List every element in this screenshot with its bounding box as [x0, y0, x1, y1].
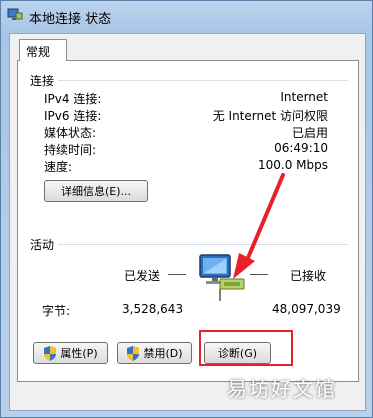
ipv4-value: Internet	[280, 90, 328, 104]
properties-button[interactable]: 属性(P)	[33, 342, 108, 364]
disable-button[interactable]: 禁用(D)	[117, 342, 192, 364]
speed-label: 速度:	[44, 160, 73, 174]
activity-section-label: 活动	[30, 238, 55, 252]
disable-button-label: 禁用(D)	[143, 347, 183, 360]
details-button-label: 详细信息(E)...	[60, 185, 132, 198]
media-state-label: 媒体状态:	[44, 126, 97, 140]
ipv6-label: IPv6 连接:	[44, 109, 102, 123]
received-label: 已接收	[290, 269, 327, 283]
general-panel: 连接 IPv4 连接: Internet IPv6 连接: 无 Internet…	[17, 60, 359, 382]
tab-label: 常规	[26, 45, 51, 59]
sent-label: 已发送	[124, 269, 161, 283]
uac-shield-icon	[44, 345, 57, 361]
watermark: 易坊好文馆	[227, 377, 337, 401]
uac-shield-icon	[127, 345, 140, 361]
bytes-sent-value: 3,528,643	[122, 302, 184, 316]
details-button[interactable]: 详细信息(E)...	[44, 180, 148, 202]
duration-value: 06:49:10	[274, 141, 328, 155]
ipv6-value: 无 Internet 访问权限	[212, 109, 328, 123]
duration-label: 持续时间:	[44, 143, 97, 157]
section-divider	[58, 80, 348, 81]
title-bar[interactable]: 本地连接 状态	[1, 1, 373, 31]
connection-section-label: 连接	[30, 74, 55, 88]
tab-general[interactable]: 常规	[19, 39, 67, 61]
media-state-value: 已启用	[291, 126, 328, 140]
bytes-received-value: 48,097,039	[272, 302, 341, 316]
properties-button-label: 属性(P)	[60, 347, 98, 360]
status-dialog: 本地连接 状态 常规 连接 IPv4 连接: Internet IPv6 连接:…	[0, 0, 373, 418]
annotation-arrow-icon	[233, 173, 285, 279]
section-divider	[58, 244, 348, 245]
sent-dash	[168, 274, 186, 275]
window-title: 本地连接 状态	[29, 12, 112, 27]
highlight-box	[199, 330, 293, 366]
bytes-label: 字节:	[42, 304, 71, 318]
network-adapter-icon	[7, 8, 23, 20]
ipv4-label: IPv4 连接:	[44, 92, 102, 106]
